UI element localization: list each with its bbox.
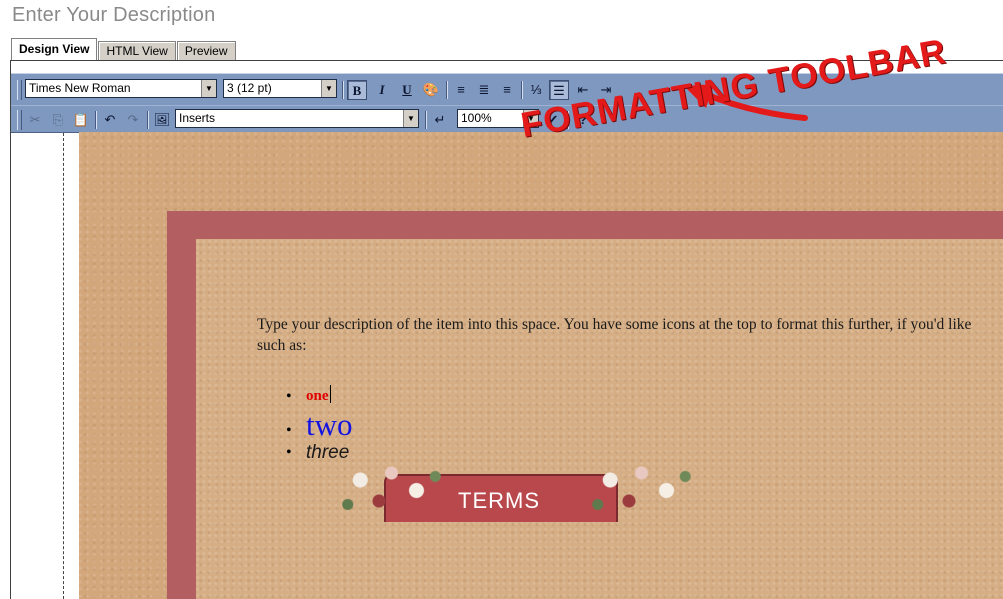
toolbar-separator <box>147 111 149 129</box>
toolbar-grip[interactable] <box>17 80 22 100</box>
numbered-list-icon[interactable]: ⅓ <box>526 80 546 100</box>
margin-guide <box>63 133 64 599</box>
align-right-icon[interactable]: ≡ <box>497 80 517 100</box>
list-item-text: two <box>306 407 353 442</box>
description-frame: Type your description of the item into t… <box>167 211 1003 599</box>
font-family-select[interactable]: Times New Roman ▼ <box>25 79 217 98</box>
font-size-select[interactable]: 3 (12 pt) ▼ <box>223 79 337 98</box>
paste-icon[interactable]: 📋 <box>71 110 91 130</box>
text-color-icon[interactable]: 🎨 <box>421 80 441 100</box>
list-item[interactable]: two <box>286 408 353 442</box>
list-item[interactable]: one <box>286 384 353 408</box>
font-size-value: 3 (12 pt) <box>227 81 272 95</box>
align-left-icon[interactable]: ≡ <box>451 80 471 100</box>
toolbar-grip[interactable] <box>17 110 22 130</box>
tab-preview[interactable]: Preview <box>176 41 236 60</box>
banner-title: TERMS <box>458 488 540 513</box>
toolbar-separator <box>342 81 344 99</box>
undo-icon[interactable]: ↶ <box>100 110 120 130</box>
font-family-value: Times New Roman <box>29 81 131 95</box>
view-tabs: Design View HTML View Preview <box>11 38 237 60</box>
italic-icon[interactable]: I <box>372 80 392 100</box>
tab-design-view[interactable]: Design View <box>11 38 98 60</box>
editor-frame: Times New Roman ▼ 3 (12 pt) ▼ B I U 🎨 ≡ … <box>10 60 1003 599</box>
terms-banner: TERMS <box>279 452 719 522</box>
line-break-icon[interactable]: ↵ <box>430 110 450 130</box>
chevron-down-icon[interactable]: ▼ <box>321 80 336 97</box>
text-cursor <box>329 385 331 403</box>
description-text[interactable]: Type your description of the item into t… <box>257 314 997 356</box>
list-item-text: one <box>306 388 329 404</box>
redo-icon[interactable]: ↷ <box>123 110 143 130</box>
bold-icon[interactable]: B <box>347 80 367 100</box>
toolbar-row-edit: ✂ ⎘ 📋 ↶ ↷ 🖼 Inserts ▼ ↵ 100% ▼ ✔ ? <box>11 105 1003 134</box>
align-center-icon[interactable]: ≣ <box>474 80 494 100</box>
inserts-value: Inserts <box>179 111 216 125</box>
underline-icon[interactable]: U <box>397 80 417 100</box>
chevron-down-icon[interactable]: ▼ <box>201 80 216 97</box>
toolbar-separator <box>521 81 523 99</box>
toolbar-separator <box>95 111 97 129</box>
cut-icon[interactable]: ✂ <box>25 110 45 130</box>
image-icon[interactable]: 🖼 <box>152 110 172 130</box>
description-area[interactable]: Type your description of the item into t… <box>196 239 1003 599</box>
content-canvas[interactable]: Type your description of the item into t… <box>79 132 1003 599</box>
toolbar-separator <box>446 81 448 99</box>
page-title: Enter Your Description <box>12 4 216 26</box>
inserts-select[interactable]: Inserts ▼ <box>175 109 419 128</box>
copy-icon[interactable]: ⎘ <box>48 110 68 130</box>
toolbar-separator <box>425 111 427 129</box>
zoom-value: 100% <box>461 111 492 125</box>
tab-html-view[interactable]: HTML View <box>98 41 176 60</box>
chevron-down-icon[interactable]: ▼ <box>403 110 418 127</box>
